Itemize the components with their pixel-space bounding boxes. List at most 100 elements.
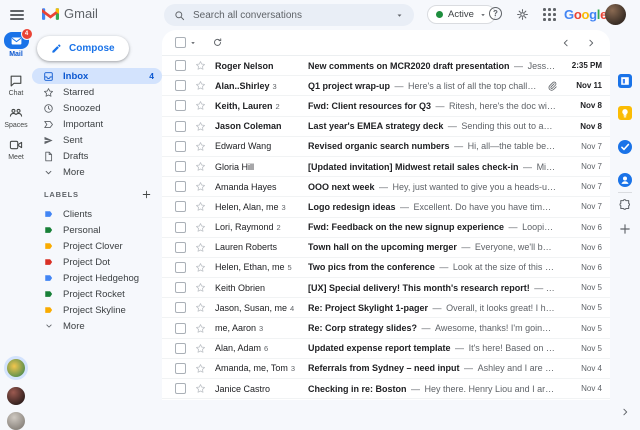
contacts-icon[interactable] [618, 173, 632, 187]
help-button[interactable]: ? [489, 7, 502, 20]
contact-avatar-1[interactable] [7, 359, 25, 377]
email-checkbox[interactable] [175, 342, 186, 354]
select-options-caret-icon[interactable] [189, 39, 197, 47]
email-row[interactable]: me, Aaron 3 Re: Corp strategy slides? — … [162, 318, 610, 339]
get-add-ons-plus-icon[interactable] [618, 222, 632, 236]
email-row[interactable]: Roger Nelson New comments on MCR2020 dra… [162, 56, 610, 77]
email-checkbox[interactable] [175, 80, 186, 92]
email-row[interactable]: Alan, Adam 6 Updated expense report temp… [162, 338, 610, 359]
status-selector[interactable]: Active [427, 5, 496, 24]
sidebar-label-project-rocket[interactable]: Project Rocket [32, 286, 162, 302]
email-row[interactable]: Helen, Ethan, me 5 Two pics from the con… [162, 257, 610, 279]
star-icon[interactable] [195, 161, 206, 172]
email-row[interactable]: Keith, Lauren 2 Fwd: Client resources fo… [162, 96, 610, 117]
email-checkbox[interactable] [175, 282, 186, 294]
email-sender: Roger Nelson [215, 60, 274, 71]
search-bar[interactable]: Search all conversations [164, 4, 414, 26]
email-row[interactable]: Lauren Roberts Town hall on the upcoming… [162, 237, 610, 258]
email-checkbox[interactable] [175, 302, 186, 314]
star-icon[interactable] [195, 242, 206, 253]
sidebar-label-project-skyline[interactable]: Project Skyline [32, 302, 162, 318]
email-row[interactable]: Amanda, me, Tom 3 Referrals from Sydney … [162, 358, 610, 379]
email-checkbox[interactable] [175, 201, 186, 213]
email-checkbox[interactable] [175, 161, 186, 173]
email-row[interactable]: Jason, Susan, me 4 Re: Project Skylight … [162, 298, 610, 319]
contact-avatar-2[interactable] [7, 387, 25, 405]
email-checkbox[interactable] [175, 181, 186, 193]
star-icon[interactable] [195, 323, 206, 334]
star-icon[interactable] [195, 100, 206, 111]
rail-item-chat[interactable]: Chat [0, 74, 32, 97]
star-icon[interactable] [195, 302, 206, 313]
tasks-icon[interactable] [618, 140, 632, 154]
sidebar-item-inbox[interactable]: Inbox 4 [32, 68, 162, 84]
subject-snippet-separator: — [430, 302, 445, 313]
email-checkbox[interactable] [175, 383, 186, 395]
email-checkbox[interactable] [175, 362, 186, 374]
email-checkbox[interactable] [175, 261, 186, 273]
search-options-caret-icon[interactable] [395, 11, 404, 20]
account-avatar[interactable] [605, 4, 626, 25]
sidebar-item-snoozed[interactable]: Snoozed [32, 100, 162, 116]
star-icon[interactable] [195, 181, 206, 192]
email-row[interactable]: Keith Obrien [UX] Special delivery! This… [162, 278, 610, 299]
star-icon[interactable] [195, 60, 206, 71]
label-name: Project Hedgehog [63, 272, 140, 284]
email-checkbox[interactable] [175, 241, 186, 253]
sidebar-item-drafts[interactable]: Drafts [32, 148, 162, 164]
email-snippet: Ritesh, here's the doc with all the clie… [449, 100, 556, 111]
sidebar-item-sent[interactable]: Sent [32, 132, 162, 148]
older-page-icon[interactable] [586, 38, 596, 48]
email-subject: Last year's EMEA strategy deck [308, 121, 444, 132]
add-label-icon[interactable] [141, 189, 152, 200]
sidebar-item-starred[interactable]: Starred [32, 84, 162, 100]
star-icon[interactable] [195, 80, 206, 91]
collapse-panel-icon[interactable] [620, 407, 630, 417]
sidebar-label-personal[interactable]: Personal [32, 222, 162, 238]
star-icon[interactable] [195, 343, 206, 354]
settings-button[interactable] [516, 8, 529, 21]
star-icon[interactable] [195, 222, 206, 233]
select-all-checkbox[interactable] [175, 37, 186, 48]
refresh-icon[interactable] [212, 37, 223, 48]
contact-avatar-3[interactable] [7, 412, 25, 430]
star-icon[interactable] [195, 121, 206, 132]
email-row[interactable]: Jason Coleman Last year's EMEA strategy … [162, 116, 610, 137]
email-row[interactable]: Edward Wang Revised organic search numbe… [162, 136, 610, 157]
email-checkbox[interactable] [175, 140, 186, 152]
newer-page-icon[interactable] [561, 38, 571, 48]
email-checkbox[interactable] [175, 322, 186, 334]
rail-item-mail[interactable]: 4 Mail [0, 28, 33, 58]
apps-grid-button[interactable] [543, 8, 556, 21]
main-menu-icon[interactable] [10, 10, 24, 20]
star-icon[interactable] [195, 383, 206, 394]
star-icon[interactable] [195, 363, 206, 374]
email-checkbox[interactable] [175, 100, 186, 112]
rail-item-meet[interactable]: Meet [0, 138, 32, 161]
email-row[interactable]: Amanda Hayes OOO next week — Hey, just w… [162, 177, 610, 198]
email-row[interactable]: Lori, Raymond 2 Fwd: Feedback on the new… [162, 217, 610, 238]
compose-button[interactable]: Compose [37, 36, 129, 61]
star-icon[interactable] [195, 201, 206, 212]
email-checkbox[interactable] [175, 120, 186, 132]
star-icon[interactable] [195, 282, 206, 293]
sidebar-item-important[interactable]: Important [32, 116, 162, 132]
sidebar-label-project-dot[interactable]: Project Dot [32, 254, 162, 270]
calendar-icon[interactable] [618, 74, 632, 88]
email-row[interactable]: Gloria Hill [Updated invitation] Midwest… [162, 156, 610, 178]
email-checkbox[interactable] [175, 221, 186, 233]
star-icon[interactable] [195, 262, 206, 273]
star-icon[interactable] [195, 141, 206, 152]
sidebar-label-project-clover[interactable]: Project Clover [32, 238, 162, 254]
add-ons-icon[interactable] [618, 198, 632, 212]
sidebar-label-clients[interactable]: Clients [32, 206, 162, 222]
keep-icon[interactable] [618, 106, 632, 120]
rail-item-spaces[interactable]: Spaces [0, 106, 32, 129]
email-row[interactable]: Helen, Alan, me 3 Logo redesign ideas — … [162, 197, 610, 218]
email-checkbox[interactable] [175, 60, 186, 72]
sidebar-item-more[interactable]: More [32, 164, 162, 180]
sidebar-label-project-hedgehog[interactable]: Project Hedgehog [32, 270, 162, 286]
email-row[interactable]: Janice Castro Checking in re: Boston — H… [162, 379, 610, 400]
sidebar-labels-more[interactable]: More [32, 318, 162, 334]
email-row[interactable]: Alan..Shirley 3 Q1 project wrap-up — Her… [162, 76, 610, 97]
